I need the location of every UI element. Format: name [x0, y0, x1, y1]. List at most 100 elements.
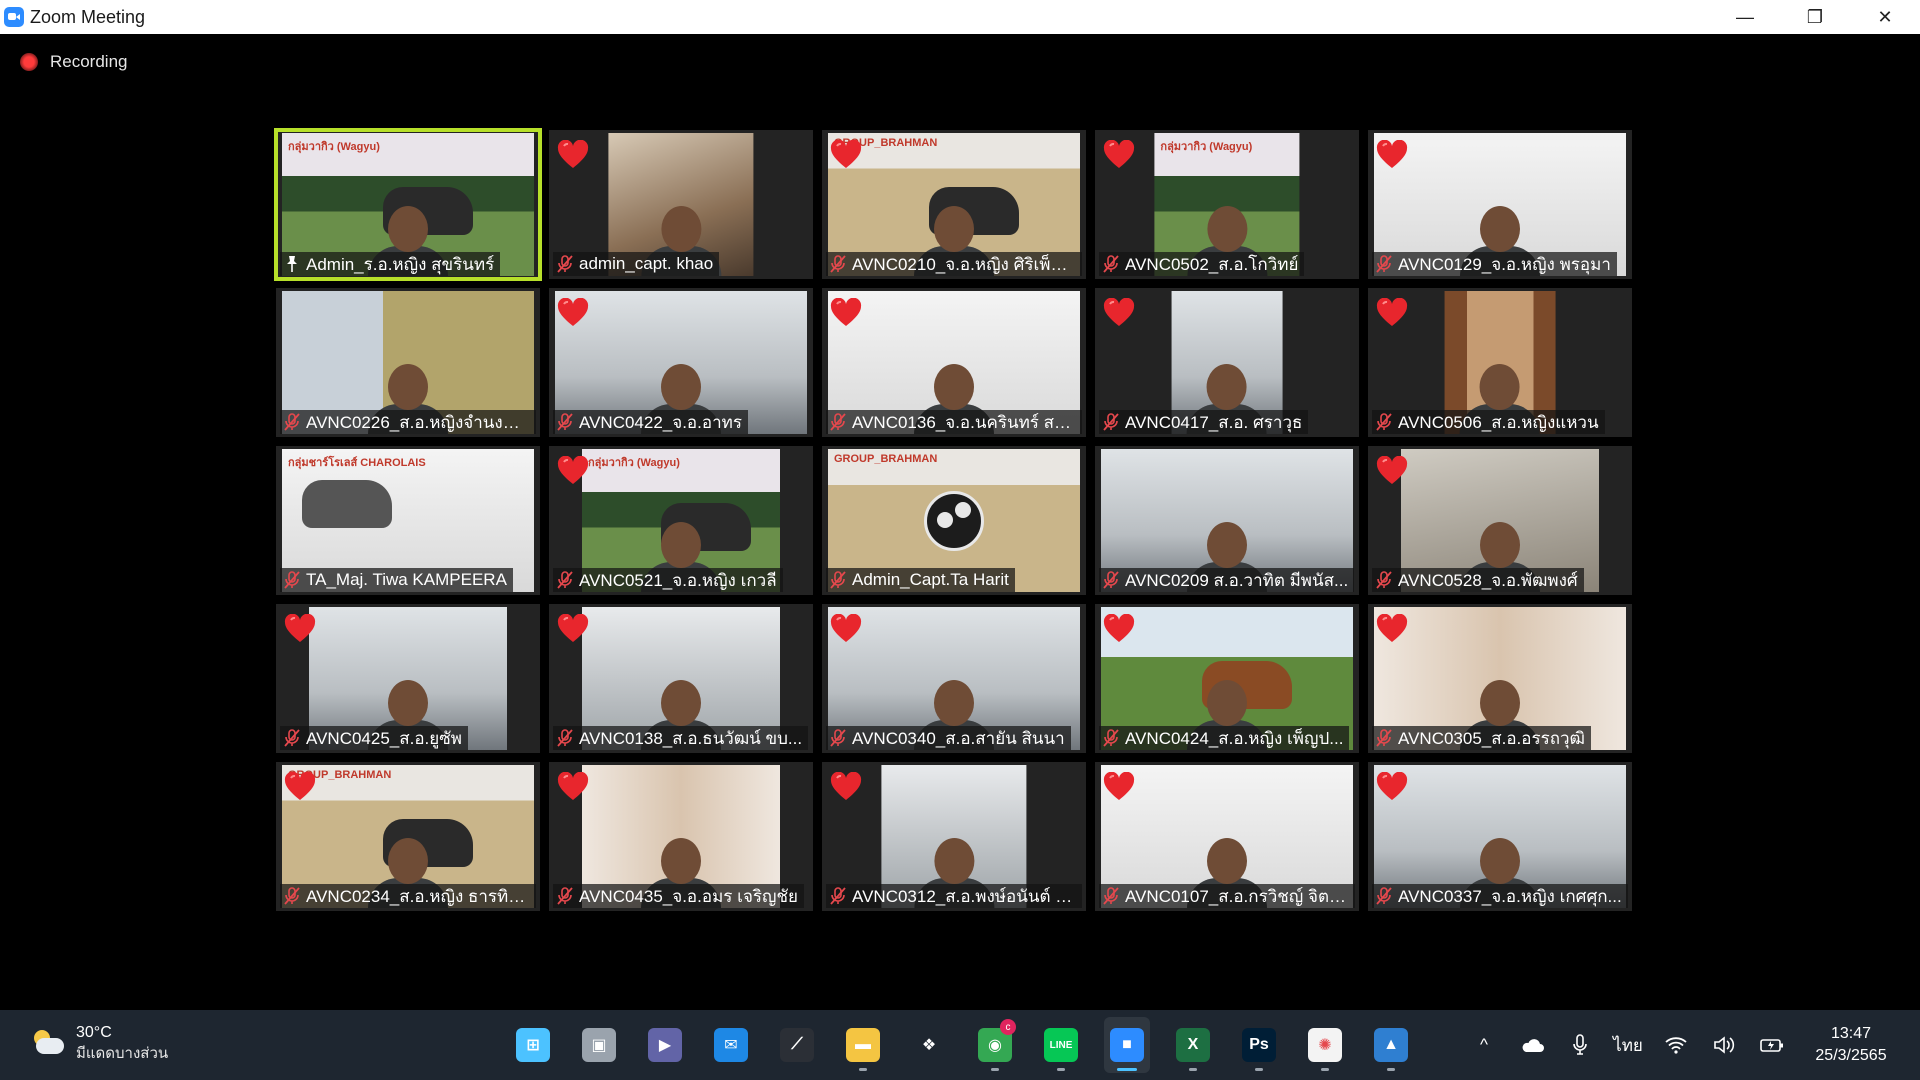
participant-tile[interactable]: AVNC0424_ส.อ.หญิง เพ็ญป...: [1095, 604, 1359, 753]
participant-name: Admin_ร.อ.หญิง สุขรินทร์: [306, 254, 495, 274]
participant-tile[interactable]: AVNC0107_ส.อ.กรวิชญ์ จิตโ...: [1095, 762, 1359, 911]
participant-tile[interactable]: กลุ่มชาร์โรเลส์ CHAROLAIS TA_Maj. Tiwa KA…: [276, 446, 540, 595]
participant-tile[interactable]: AVNC0337_จ.อ.หญิง เกศศุก...: [1368, 762, 1632, 911]
participant-name: AVNC0528_จ.อ.พัฒพงศ์: [1398, 570, 1578, 590]
participant-tile[interactable]: AVNC0340_ส.อ.สายัน สินนา: [822, 604, 1086, 753]
participant-tile[interactable]: AVNC0136_จ.อ.นครินทร์ สมิ...: [822, 288, 1086, 437]
record-icon: [20, 53, 38, 71]
notification-badge: c: [1000, 1019, 1016, 1035]
weather-widget[interactable]: 30°C มีแดดบางส่วน: [32, 1022, 168, 1064]
onedrive-cloud-icon[interactable]: [1508, 1025, 1556, 1065]
taskbar-apps: ⊞ ▣ ▶ ✉ ⟋ ▬ ❖ ◉ c LINE ■ X Ps ✺ ▲: [510, 1010, 1414, 1080]
heart-reaction-icon: [1103, 298, 1135, 328]
minimize-button[interactable]: —: [1710, 0, 1780, 34]
participant-tile[interactable]: GROUP_BRAHMAN AVNC0234_ส.อ.หญิง ธารทิพ...: [276, 762, 540, 911]
volume-icon[interactable]: [1700, 1025, 1748, 1065]
participant-tile[interactable]: AVNC0226_ส.อ.หญิงจำนงค์ ...: [276, 288, 540, 437]
mic-muted-icon: [284, 729, 300, 747]
input-language[interactable]: ไทย: [1604, 1025, 1652, 1065]
taskbar: 30°C มีแดดบางส่วน ⊞ ▣ ▶ ✉ ⟋ ▬ ❖ ◉ c LINE ■ X Ps ✺ ▲ ^ …: [0, 1010, 1920, 1080]
participant-name: AVNC0502_ส.อ.โกวิทย์: [1125, 254, 1299, 274]
participant-tile[interactable]: AVNC0129_จ.อ.หญิง พรอุมา: [1368, 130, 1632, 279]
participant-tile[interactable]: AVNC0209 ส.อ.วาทิต มีพนัส...: [1095, 446, 1359, 595]
heart-reaction-icon: [830, 614, 862, 644]
title-bar: Zoom Meeting — ❐ ✕: [0, 0, 1920, 34]
video-banner-text: กลุ่มวากิว (Wagyu): [588, 457, 680, 469]
participant-tile[interactable]: AVNC0422_จ.อ.อาทร: [549, 288, 813, 437]
participant-tile[interactable]: GROUP_BRAHMAN AVNC0210_จ.อ.หญิง ศิริเพ็ญ …: [822, 130, 1086, 279]
taskbar-app-zoom[interactable]: ■: [1104, 1017, 1150, 1073]
video-banner-text: กลุ่มวากิว (Wagyu): [288, 141, 380, 153]
recording-indicator[interactable]: Recording: [20, 52, 128, 72]
wifi-icon[interactable]: [1652, 1025, 1700, 1065]
taskbar-app-app-slash[interactable]: ⟋: [774, 1017, 820, 1073]
heart-reaction-icon: [830, 140, 862, 170]
taskbar-app-task-view[interactable]: ▣: [576, 1017, 622, 1073]
participant-tile[interactable]: AVNC0435_จ.อ.อมร เจริญชัย: [549, 762, 813, 911]
mic-muted-icon: [557, 887, 573, 905]
video-banner-text: กลุ่มชาร์โรเลส์ CHAROLAIS: [288, 457, 426, 469]
mic-muted-icon: [284, 413, 300, 431]
participant-name-bar: AVNC0136_จ.อ.นครินทร์ สมิ...: [826, 410, 1082, 434]
participant-tile[interactable]: admin_capt. khao: [549, 130, 813, 279]
weather-text: 30°C มีแดดบางส่วน: [76, 1022, 168, 1064]
taskbar-app-file-explorer[interactable]: ▬: [840, 1017, 886, 1073]
mic-muted-icon: [1103, 255, 1119, 273]
line-icon: LINE: [1044, 1028, 1078, 1062]
taskbar-app-excel[interactable]: X: [1170, 1017, 1216, 1073]
participant-tile[interactable]: AVNC0506_ส.อ.หญิงแหวน: [1368, 288, 1632, 437]
participant-tile[interactable]: AVNC0425_ส.อ.ยูซัพ: [276, 604, 540, 753]
taskbar-app-photoshop[interactable]: Ps: [1236, 1017, 1282, 1073]
recording-label: Recording: [50, 52, 128, 71]
participant-tile[interactable]: AVNC0312_ส.อ.พงษ์อนันต์ อ...: [822, 762, 1086, 911]
mic-muted-icon: [557, 413, 573, 431]
taskbar-app-dropbox[interactable]: ❖: [906, 1017, 952, 1073]
window-title: Zoom Meeting: [30, 6, 146, 27]
taskbar-app-teams-chat[interactable]: ▶: [642, 1017, 688, 1073]
mic-muted-icon: [557, 255, 573, 273]
taskbar-app-photos[interactable]: ▲: [1368, 1017, 1414, 1073]
heart-reaction-icon: [1376, 456, 1408, 486]
mic-muted-icon: [830, 255, 846, 273]
mic-muted-icon: [1376, 729, 1392, 747]
participant-tile[interactable]: AVNC0528_จ.อ.พัฒพงศ์: [1368, 446, 1632, 595]
heart-reaction-icon: [1376, 298, 1408, 328]
restore-button[interactable]: ❐: [1780, 0, 1850, 34]
participant-name: TA_Maj. Tiwa KAMPEERA: [306, 570, 507, 589]
slash-app-icon: ⟋: [780, 1028, 814, 1062]
participant-name-bar: AVNC0422_จ.อ.อาทร: [553, 410, 748, 434]
chevron-up-icon[interactable]: ^: [1460, 1025, 1508, 1065]
taskbar-app-picasa[interactable]: ✺: [1302, 1017, 1348, 1073]
participant-name: AVNC0521_จ.อ.หญิง เกวลี: [579, 570, 777, 590]
close-button[interactable]: ✕: [1850, 0, 1920, 34]
taskbar-app-line[interactable]: LINE: [1038, 1017, 1084, 1073]
participant-name-bar: AVNC0424_ส.อ.หญิง เพ็ญป...: [1099, 726, 1350, 750]
participant-name: AVNC0234_ส.อ.หญิง ธารทิพ...: [306, 886, 530, 906]
participant-tile[interactable]: กลุ่มวากิว (Wagyu) Admin_ร.อ.หญิง สุขรินท…: [274, 128, 542, 281]
participant-tile[interactable]: AVNC0138_ส.อ.ธนวัฒน์ ขบ...: [549, 604, 813, 753]
battery-charging-icon[interactable]: [1748, 1025, 1796, 1065]
participant-name-bar: AVNC0226_ส.อ.หญิงจำนงค์ ...: [280, 410, 536, 434]
participant-name-bar: AVNC0425_ส.อ.ยูซัพ: [280, 726, 468, 750]
participant-tile[interactable]: กลุ่มวากิว (Wagyu) AVNC0521_จ.อ.หญิง เกวล…: [549, 446, 813, 595]
taskbar-app-start[interactable]: ⊞: [510, 1017, 556, 1073]
participant-tile[interactable]: GROUP_BRAHMAN Admin_Capt.Ta Harit: [822, 446, 1086, 595]
gallery-view: กลุ่มวากิว (Wagyu) Admin_ร.อ.หญิง สุขรินท…: [274, 128, 1632, 911]
mic-muted-icon: [557, 571, 573, 589]
video-banner-text: กลุ่มวากิว (Wagyu): [1160, 141, 1253, 153]
partly-sunny-icon: [32, 1030, 66, 1056]
running-indicator: [1387, 1068, 1395, 1071]
taskbar-app-chrome[interactable]: ◉ c: [972, 1017, 1018, 1073]
participant-tile[interactable]: กลุ่มวากิว (Wagyu) AVNC0502_ส.อ.โกวิทย์: [1095, 130, 1359, 279]
mic-muted-icon: [1103, 571, 1119, 589]
zoom-app-icon: [4, 7, 24, 27]
taskbar-app-mail[interactable]: ✉: [708, 1017, 754, 1073]
mic-muted-icon: [1103, 413, 1119, 431]
participant-name: AVNC0136_จ.อ.นครินทร์ สมิ...: [852, 412, 1076, 432]
participant-tile[interactable]: AVNC0417_ส.อ. ศราวุธ: [1095, 288, 1359, 437]
clock[interactable]: 13:47 25/3/2565: [1796, 1023, 1906, 1067]
participant-tile[interactable]: AVNC0305_ส.อ.อรรถวุฒิ: [1368, 604, 1632, 753]
microphone-icon[interactable]: [1556, 1025, 1604, 1065]
heart-reaction-icon: [284, 772, 316, 802]
heart-reaction-icon: [1103, 140, 1135, 170]
